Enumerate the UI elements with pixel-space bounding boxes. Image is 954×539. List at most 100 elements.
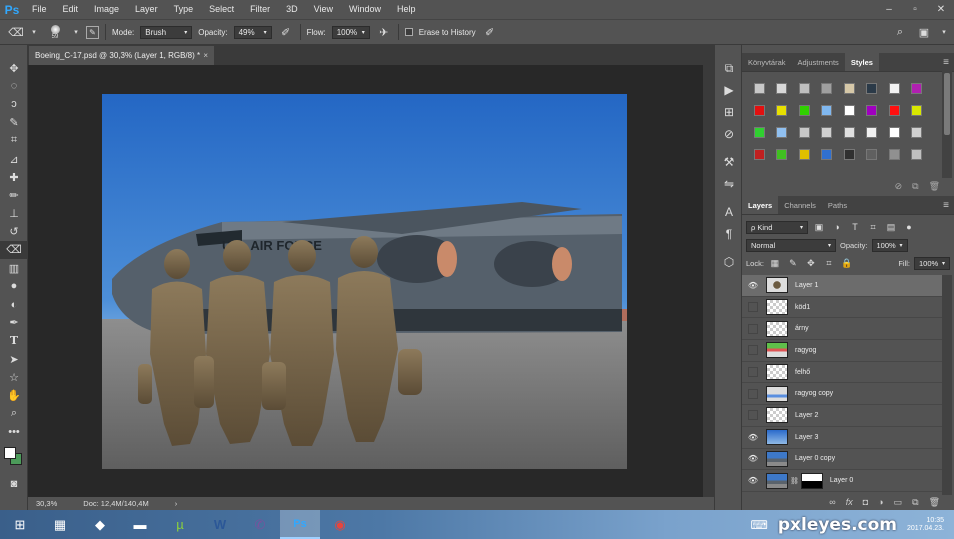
chevron-down-icon[interactable]: ▾ xyxy=(72,24,80,40)
tab-channels[interactable]: Channels xyxy=(778,196,822,214)
clock[interactable]: 10:35 2017.04.23. xyxy=(907,517,944,533)
style-swatch[interactable] xyxy=(883,143,906,165)
menu-view[interactable]: View xyxy=(306,0,341,19)
document-canvas[interactable]: U.S. AIR FORCE xyxy=(102,94,627,469)
tab-styles[interactable]: Styles xyxy=(844,53,879,71)
lock-artboard-icon[interactable]: ⌗ xyxy=(822,258,836,269)
new-layer-icon[interactable]: ⧉ xyxy=(912,497,918,508)
paragraph-panel-icon[interactable]: ¶ xyxy=(715,223,743,245)
viber-icon[interactable]: ✆ xyxy=(240,510,280,539)
tool-presets-icon[interactable]: ⚒ xyxy=(715,151,743,173)
character-panel-icon[interactable]: A xyxy=(715,201,743,223)
menu-select[interactable]: Select xyxy=(201,0,242,19)
move-tool-icon[interactable]: ✥ xyxy=(0,59,28,77)
clone-stamp-tool-icon[interactable]: ⊥ xyxy=(0,205,28,223)
chevron-down-icon[interactable]: ▾ xyxy=(940,24,948,40)
adjustment-icon[interactable]: ◑ xyxy=(878,497,883,507)
visibility-toggle[interactable] xyxy=(742,302,764,313)
clear-style-icon[interactable]: ⊘ xyxy=(895,181,903,192)
layer-opacity-input[interactable]: 100% ▾ xyxy=(871,238,908,252)
layer-row[interactable]: Layer 2 xyxy=(742,405,942,427)
type-tool-icon[interactable]: T xyxy=(0,332,28,350)
mode-select[interactable]: Brush ▾ xyxy=(140,25,193,39)
eye-icon[interactable]: 👁 xyxy=(742,476,764,485)
mask-link-icon[interactable]: ⛓ xyxy=(790,477,799,485)
crop-tool-icon[interactable]: ⌗ xyxy=(0,132,28,150)
calculator-icon[interactable]: ▦ xyxy=(40,510,80,539)
style-swatch[interactable] xyxy=(838,77,861,99)
smart-object-filter-icon[interactable]: ▤ xyxy=(884,222,898,233)
new-style-icon[interactable]: ⧉ xyxy=(912,181,918,192)
style-swatch[interactable] xyxy=(906,77,929,99)
eye-icon[interactable]: 👁 xyxy=(742,454,764,463)
layers-scrollbar[interactable] xyxy=(942,275,952,495)
style-swatch[interactable] xyxy=(793,99,816,121)
lock-position-icon[interactable]: ✥ xyxy=(804,258,818,269)
brush-settings-icon[interactable]: ⊞ xyxy=(715,101,743,123)
lock-all-icon[interactable]: 🔒 xyxy=(840,258,854,269)
blend-mode-select[interactable]: Normal ▾ xyxy=(746,238,836,252)
tab-paths[interactable]: Paths xyxy=(822,196,853,214)
kind-filter-select[interactable]: ρ Kind ▾ xyxy=(746,220,808,234)
menu-window[interactable]: Window xyxy=(341,0,389,19)
style-swatch[interactable] xyxy=(861,143,884,165)
style-swatch[interactable] xyxy=(861,77,884,99)
pixel-filter-icon[interactable]: ▣ xyxy=(812,222,826,233)
menu-file[interactable]: File xyxy=(24,0,55,19)
foreground-color[interactable] xyxy=(4,446,16,459)
lock-pixels-icon[interactable]: ✎ xyxy=(786,258,800,269)
clone-source-icon[interactable]: ⊘ xyxy=(715,123,743,145)
layer-row[interactable]: köd1 xyxy=(742,297,942,319)
menu-3d[interactable]: 3D xyxy=(278,0,306,19)
style-swatch[interactable] xyxy=(771,99,794,121)
word-icon[interactable]: W xyxy=(200,510,240,539)
marquee-tool-icon[interactable]: ◌ xyxy=(0,77,28,95)
style-swatch[interactable] xyxy=(793,77,816,99)
type-filter-icon[interactable]: T xyxy=(848,222,862,232)
panel-menu-icon[interactable]: ≡ xyxy=(938,196,954,214)
keyboard-icon[interactable]: ⌨ xyxy=(751,518,768,532)
style-swatch[interactable] xyxy=(793,121,816,143)
pen-tool-icon[interactable]: ✒ xyxy=(0,314,28,332)
trash-icon[interactable]: 🗑 xyxy=(929,181,940,192)
visibility-toggle[interactable] xyxy=(742,345,764,356)
lock-transparency-icon[interactable]: ▦ xyxy=(768,258,782,269)
doc-info[interactable]: Doc: 12,4M/140,4M xyxy=(83,499,148,508)
style-swatch[interactable] xyxy=(816,143,839,165)
healing-brush-tool-icon[interactable]: ✚ xyxy=(0,168,28,186)
maximize-button[interactable]: ▫ xyxy=(902,0,928,19)
style-swatch[interactable] xyxy=(838,121,861,143)
styles-scrollbar[interactable] xyxy=(942,65,952,178)
style-swatch[interactable] xyxy=(883,99,906,121)
layer-row[interactable]: árny xyxy=(742,318,942,341)
history-panel-icon[interactable]: ⧉ xyxy=(715,57,743,79)
blur-tool-icon[interactable]: ● xyxy=(0,277,28,295)
style-swatch[interactable] xyxy=(883,77,906,99)
file-explorer-icon[interactable]: ▬ xyxy=(120,510,160,539)
menu-image[interactable]: Image xyxy=(86,0,127,19)
eraser-tool-icon[interactable]: ⌫ xyxy=(0,240,28,260)
search-icon[interactable]: ⌕ xyxy=(892,24,908,40)
menu-layer[interactable]: Layer xyxy=(127,0,166,19)
menu-type[interactable]: Type xyxy=(166,0,202,19)
menu-help[interactable]: Help xyxy=(389,0,424,19)
workspace-icon[interactable]: ▣ xyxy=(916,24,932,40)
eraser-tool-icon[interactable]: ⌫ xyxy=(8,24,24,40)
layer-row[interactable]: felhő xyxy=(742,362,942,384)
style-swatch[interactable] xyxy=(771,121,794,143)
more-tools-icon[interactable]: ••• xyxy=(0,423,28,441)
style-swatch[interactable] xyxy=(771,143,794,165)
quick-select-tool-icon[interactable]: ✎ xyxy=(0,114,28,132)
close-window-button[interactable]: ✕ xyxy=(928,0,954,19)
eye-icon[interactable]: 👁 xyxy=(742,281,764,290)
style-swatch[interactable] xyxy=(793,143,816,165)
brush-panel-icon[interactable]: ✎ xyxy=(86,25,99,39)
gradient-tool-icon[interactable]: ▥ xyxy=(0,259,28,277)
actions-panel-icon[interactable]: ▶ xyxy=(715,79,743,101)
lasso-tool-icon[interactable]: ↄ xyxy=(0,95,28,113)
document-tab[interactable]: Boeing_C-17.psd @ 30,3% (Layer 1, RGB/8)… xyxy=(29,46,214,65)
fx-icon[interactable]: fx xyxy=(846,497,853,507)
visibility-toggle[interactable] xyxy=(742,367,764,378)
chevron-right-icon[interactable]: › xyxy=(175,499,178,508)
close-tab-icon[interactable]: × xyxy=(203,51,208,60)
